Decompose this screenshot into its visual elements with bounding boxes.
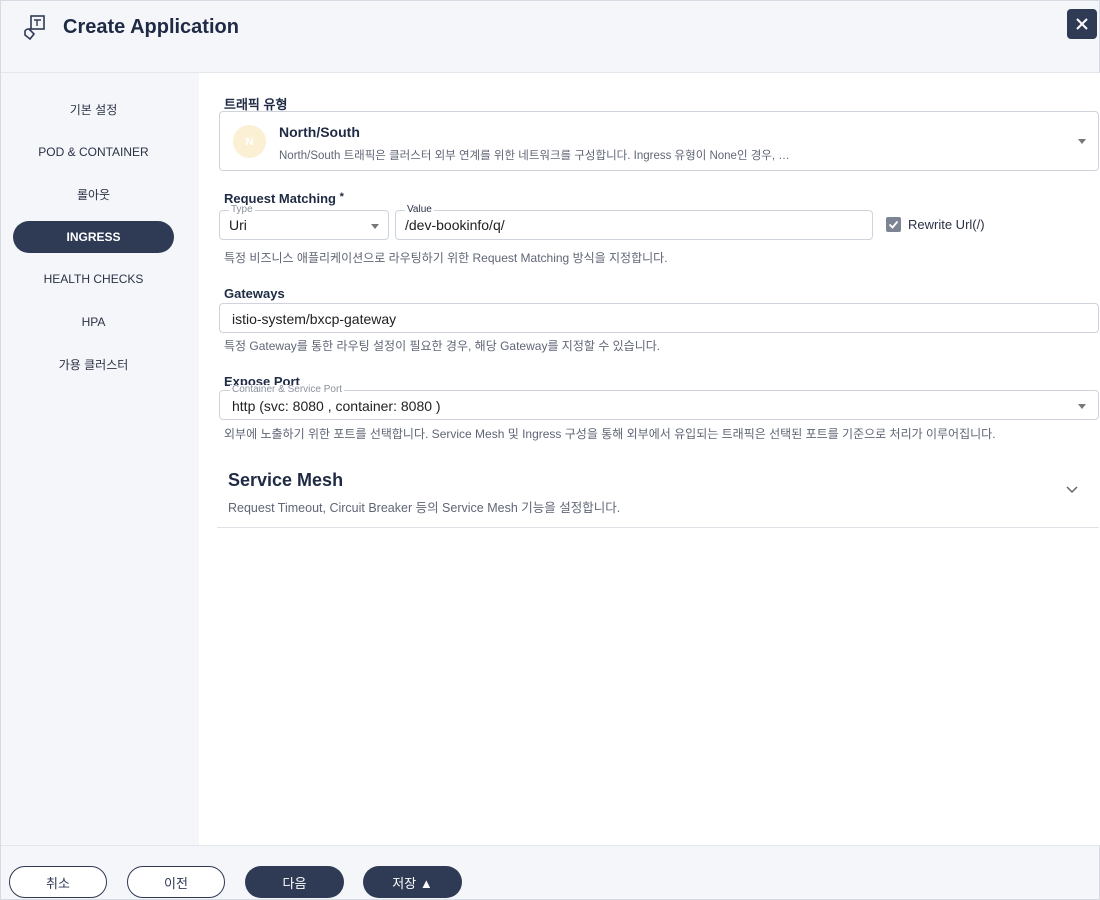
gateways-value: istio-system/bxcp-gateway: [232, 311, 397, 327]
request-matching-type-select[interactable]: Type Uri: [219, 205, 389, 240]
close-button[interactable]: [1067, 9, 1097, 39]
type-legend: Type: [229, 204, 255, 215]
puzzle-icon: [24, 15, 45, 41]
sidebar-nav: 기본 설정 POD & CONTAINER 롤아웃 INGRESS HEALTH…: [1, 73, 199, 845]
check-icon: [888, 220, 899, 229]
ingress-form: 트래픽 유형 N North/South North/South 트래픽은 클러…: [199, 73, 1100, 845]
rewrite-url-label[interactable]: Rewrite Url(/): [908, 217, 985, 232]
value-legend: Value: [405, 204, 434, 215]
service-mesh-divider: [217, 527, 1099, 528]
service-mesh-description: Request Timeout, Circuit Breaker 등의 Serv…: [228, 501, 621, 515]
service-mesh-title[interactable]: Service Mesh: [228, 470, 343, 491]
close-icon: [1076, 18, 1088, 30]
expose-port-value: http (svc: 8080 , container: 8080 ): [232, 398, 441, 414]
dropdown-caret-icon: [1078, 139, 1086, 144]
cancel-button[interactable]: 취소: [9, 866, 107, 898]
prev-button[interactable]: 이전: [127, 866, 225, 898]
type-value: Uri: [229, 217, 247, 233]
rewrite-url-checkbox[interactable]: [886, 217, 901, 232]
dropdown-caret-icon: [1078, 404, 1086, 409]
sidebar-item-ingress[interactable]: INGRESS: [13, 221, 174, 253]
chevron-down-icon[interactable]: [1066, 486, 1078, 494]
create-application-dialog: Create Application 기본 설정 POD & CONTAINER…: [0, 0, 1100, 900]
required-mark: *: [339, 191, 344, 203]
request-matching-helper: 특정 비즈니스 애플리케이션으로 라우팅하기 위한 Request Matchi…: [224, 251, 668, 265]
save-button[interactable]: 저장 ▲: [363, 866, 462, 898]
expose-port-helper: 외부에 노출하기 위한 포트를 선택합니다. Service Mesh 및 In…: [224, 427, 996, 441]
expose-port-select[interactable]: Container & Service Port http (svc: 8080…: [219, 385, 1099, 420]
value-text: /dev-bookinfo/q/: [405, 217, 505, 233]
dialog-title: Create Application: [63, 16, 239, 38]
sidebar-item-available-clusters[interactable]: 가용 클러스터: [13, 348, 174, 380]
traffic-type-select[interactable]: N North/South North/South 트래픽은 클러스터 외부 연…: [219, 111, 1099, 171]
request-matching-value-input[interactable]: Value /dev-bookinfo/q/: [395, 205, 873, 240]
gateways-input[interactable]: istio-system/bxcp-gateway: [219, 303, 1099, 333]
next-button[interactable]: 다음: [245, 866, 344, 898]
gateways-helper: 특정 Gateway를 통한 라우팅 설정이 필요한 경우, 해당 Gatewa…: [224, 339, 661, 353]
traffic-type-avatar: N: [233, 125, 266, 158]
dialog-footer: 취소 이전 다음 저장 ▲: [1, 845, 1099, 899]
sidebar-item-hpa[interactable]: HPA: [13, 306, 174, 338]
sidebar-item-health-checks[interactable]: HEALTH CHECKS: [13, 263, 174, 295]
dialog-header: Create Application: [1, 1, 1099, 73]
sidebar-item-rollout[interactable]: 롤아웃: [13, 178, 174, 210]
traffic-type-name: North/South: [279, 124, 360, 140]
gateways-label: Gateways: [224, 286, 285, 301]
sidebar-item-pod-container[interactable]: POD & CONTAINER: [13, 136, 174, 168]
sidebar-item-basic-settings[interactable]: 기본 설정: [13, 93, 174, 125]
dropdown-caret-icon: [371, 224, 379, 229]
traffic-type-description: North/South 트래픽은 클러스터 외부 연계를 위한 네트워크를 구성…: [279, 150, 790, 162]
expose-port-legend: Container & Service Port: [230, 384, 345, 395]
